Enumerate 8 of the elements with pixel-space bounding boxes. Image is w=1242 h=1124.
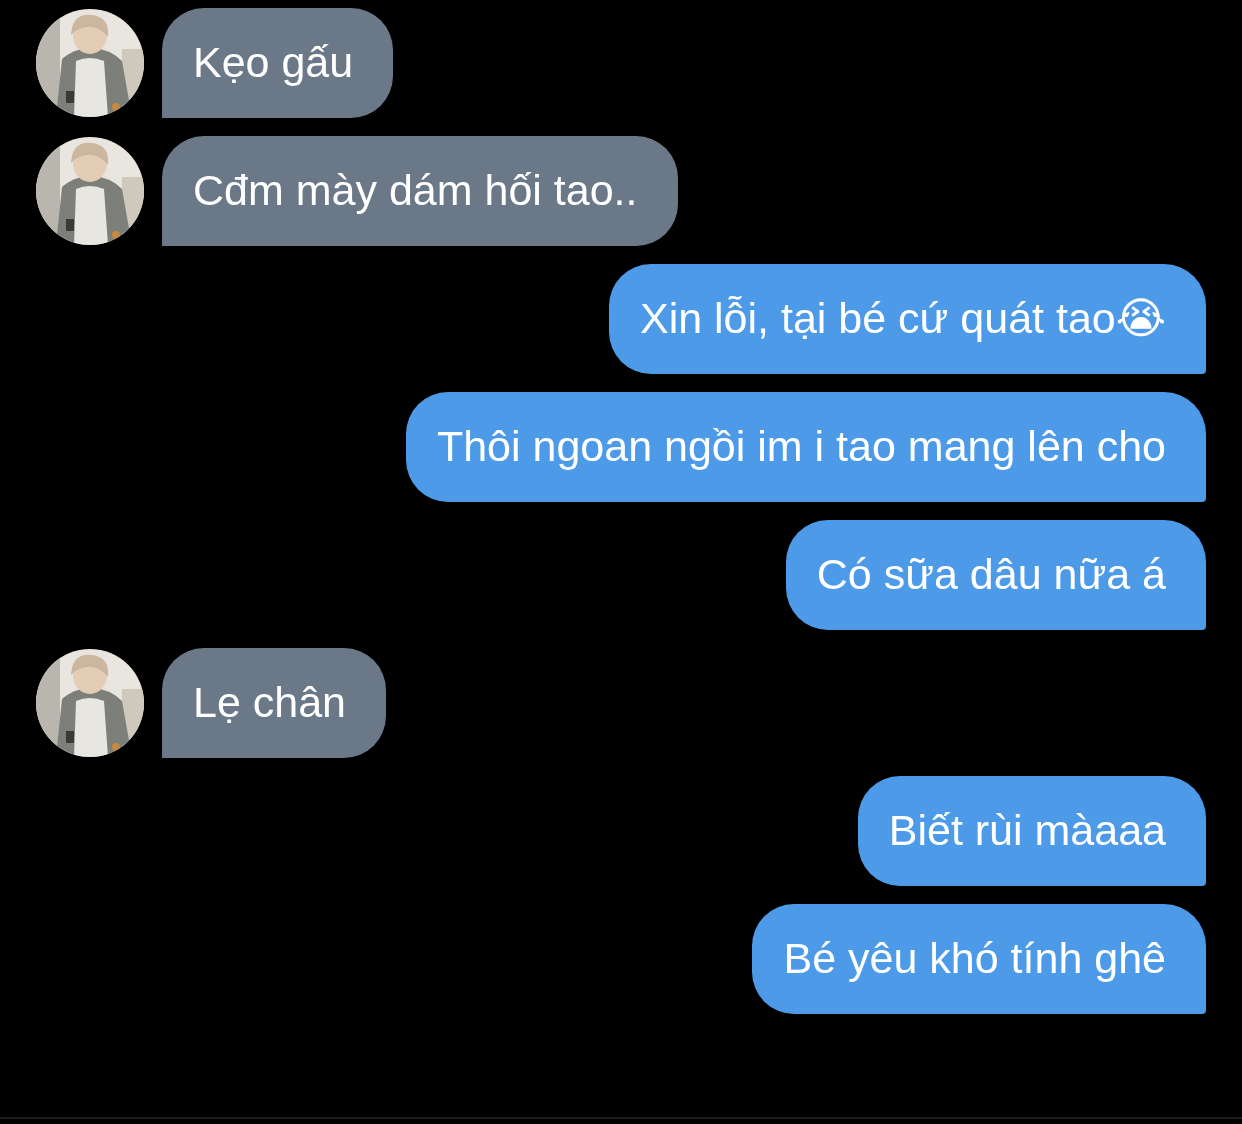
message-bubble: Cđm mày dám hối tao.. <box>162 136 678 246</box>
message-bubble: Có sữa dâu nữa á <box>785 520 1206 630</box>
message-bubble: Xin lỗi, tại bé cứ quát tao😭 <box>608 264 1206 374</box>
message-bubble: Lẹ chân <box>162 648 387 758</box>
message-bubble: Thôi ngoan ngồi im i tao mang lên cho <box>405 392 1206 502</box>
message-bubble: Biết rùi màaaa <box>857 776 1206 886</box>
message-bubble: Kẹo gấu <box>162 8 394 118</box>
message-bubble: Bé yêu khó tính ghê <box>752 904 1206 1014</box>
